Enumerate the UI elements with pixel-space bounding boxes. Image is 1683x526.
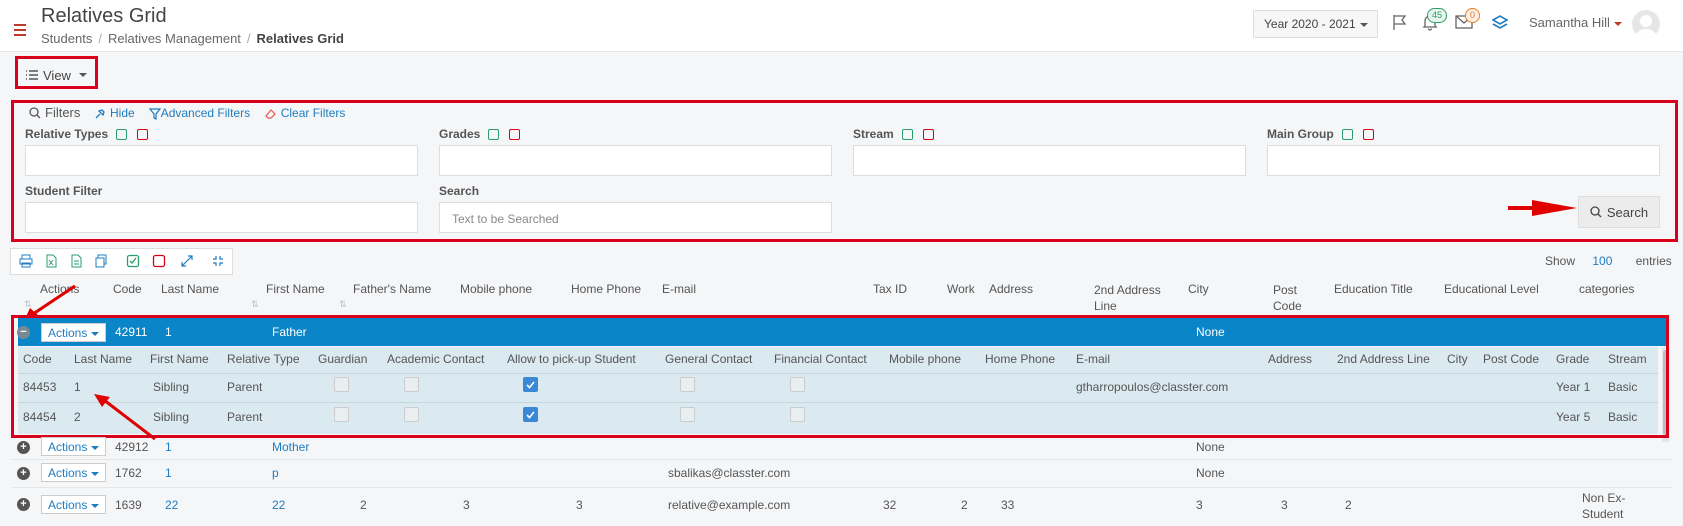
breadcrumb-relatives-management[interactable]: Relatives Management [108,31,241,46]
page-length: Show 100 entries [1545,254,1672,268]
row-address: 33 [1001,498,1015,512]
col-last-name[interactable]: Last Name [161,282,219,296]
row-first-name[interactable]: p [272,466,279,480]
row-city: 3 [1196,498,1203,512]
chevron-down-icon [1359,22,1368,27]
col-address[interactable]: Address [989,282,1033,296]
chevron-down-icon [91,445,100,450]
col-educational-level[interactable]: Educational Level [1444,282,1539,296]
row-code: 42912 [115,440,149,454]
actions-button[interactable]: Actions [41,437,107,456]
highlight-filters [11,100,1678,242]
breadcrumb: Students / Relatives Management / Relatives … [41,31,344,46]
row-mobile-phone: 3 [463,498,470,512]
page-length-select[interactable]: 100 [1592,254,1612,268]
row-code: 1639 [115,498,142,512]
layers-icon[interactable] [1491,13,1509,31]
row-first-name[interactable]: Mother [272,440,309,454]
col-post-code[interactable]: Post Code [1273,282,1313,314]
actions-button[interactable]: Actions [41,495,107,514]
row-first-name[interactable]: 22 [272,498,285,512]
entries-label: entries [1635,254,1672,268]
mail-count: 0 [1465,8,1481,23]
row-work: 2 [961,498,968,512]
highlight-view [15,56,98,89]
col-home-phone[interactable]: Home Phone [571,282,641,296]
notification-count: 45 [1427,8,1448,23]
col-work[interactable]: Work [947,282,975,296]
row-code: 1762 [115,466,142,480]
expand-row-icon[interactable]: + [17,441,30,454]
highlight-row-expansion [11,315,1669,438]
chevron-down-icon [91,503,100,508]
col-email[interactable]: E-mail [662,282,696,296]
check-all-icon[interactable] [126,254,140,268]
col-categories[interactable]: categories [1579,282,1634,296]
breadcrumb-current: Relatives Grid [256,31,344,46]
col-mobile-phone[interactable]: Mobile phone [460,282,532,296]
row-post-code: 3 [1281,498,1288,512]
csv-icon[interactable] [69,254,83,268]
chevron-down-icon [91,471,100,476]
col-fathers-name[interactable]: Father's Name [353,282,431,296]
expand-row-icon[interactable]: + [17,498,30,511]
avatar[interactable] [1632,10,1660,38]
row-education-title: 2 [1345,498,1352,512]
excel-icon[interactable] [44,254,58,268]
expand-row-icon[interactable]: + [17,467,30,480]
show-label: Show [1545,254,1576,268]
copy-icon[interactable] [94,254,108,268]
col-first-name[interactable]: First Name [266,282,325,296]
divider [12,459,1672,460]
flag-icon[interactable] [1391,13,1409,31]
actions-button[interactable]: Actions [41,463,107,482]
user-name: Samantha Hill [1529,15,1610,30]
actions-label: Actions [48,498,88,512]
menu-icon[interactable] [14,24,26,39]
breadcrumb-students[interactable]: Students [41,31,92,46]
page-title: Relatives Grid [41,5,167,27]
actions-label: Actions [48,440,88,454]
row-last-name[interactable]: 1 [165,440,172,454]
divider [12,487,1672,488]
row-tax-id: 32 [883,498,897,512]
row-categories: Non Ex-Student [1582,491,1626,521]
col-city[interactable]: City [1188,282,1209,296]
collapse-icon[interactable] [211,254,225,268]
col-2nd-address-line[interactable]: 2nd Address Line [1094,282,1164,314]
user-menu[interactable]: Samantha Hill [1529,15,1622,30]
print-icon[interactable] [19,254,33,268]
row-last-name[interactable]: 1 [165,466,172,480]
col-tax-id[interactable]: Tax ID [873,282,907,296]
row-city: None [1196,440,1225,454]
row-home-phone: 3 [576,498,583,512]
row-email: sbalikas@classter.com [668,466,791,480]
sort-icon[interactable]: ⇅ [339,299,347,310]
row-city: None [1196,466,1225,480]
row-fathers-name: 2 [360,498,367,512]
uncheck-all-icon[interactable] [152,254,166,268]
year-select[interactable]: Year 2020 - 2021 [1253,10,1378,38]
year-select-value: Year 2020 - 2021 [1264,17,1356,31]
expand-icon[interactable] [180,254,194,268]
sort-icon[interactable]: ⇅ [251,299,259,310]
row-email: relative@example.com [668,498,791,512]
row-last-name[interactable]: 22 [165,498,178,512]
actions-label: Actions [48,466,88,480]
chevron-down-icon [1613,21,1622,26]
col-code[interactable]: Code [113,282,142,296]
col-education-title[interactable]: Education Title [1334,282,1413,296]
